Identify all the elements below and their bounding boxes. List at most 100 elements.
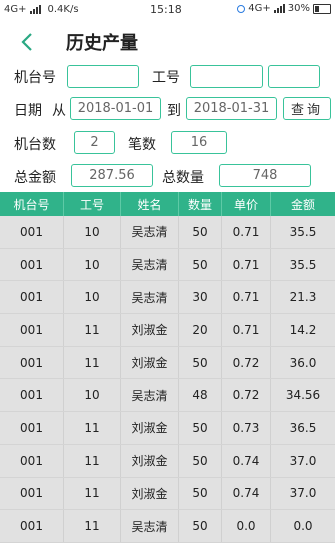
cell-price: 0.71: [222, 314, 271, 346]
cell-price: 0.71: [222, 248, 271, 281]
cell-qty: 50: [179, 248, 222, 281]
cell-worker: 10: [64, 248, 121, 281]
table-body: 001 10 吴志清 50 0.71 35.5 001 10 吴志清 50 0.71 35.5 001 1…: [0, 216, 335, 543]
table-row[interactable]: 001 10 吴志清 30 0.71 21.3: [0, 281, 335, 315]
cell-name: 刘淑金: [121, 444, 179, 477]
cell-qty: 50: [179, 477, 222, 510]
cell-worker: 11: [64, 412, 121, 444]
cell-name: 刘淑金: [121, 346, 179, 379]
status-bar: 4G+ 0.4K/s 15:18 4G+ 30%: [0, 0, 335, 20]
cell-amount: 14.2: [289, 322, 317, 337]
machine-input[interactable]: [67, 65, 139, 88]
total-amount-label: 总金额: [14, 170, 56, 186]
column-header-qty[interactable]: 数量: [179, 192, 222, 216]
production-table: 机台号 工号 姓名 数量 单价 金额 001 10 吴志清 50 0.71 35.5 001…: [0, 192, 335, 543]
cell-price: 0.71: [222, 216, 271, 248]
table-row[interactable]: 001 10 吴志清 50 0.71 35.5: [0, 216, 335, 249]
cell-worker: 11: [64, 444, 121, 477]
cell-machine: 001: [0, 444, 64, 477]
date-from-input[interactable]: 2018-01-01: [70, 97, 161, 120]
cell-amount: 36.0: [289, 355, 317, 370]
cell-worker: 11: [64, 510, 121, 542]
cell-worker: 11: [64, 314, 121, 346]
to-label: 到: [167, 103, 181, 119]
cell-machine: 001: [0, 314, 64, 346]
cell-amount: 21.3: [289, 290, 317, 305]
cell-amount: 36.5: [289, 420, 317, 435]
column-header-price[interactable]: 单价: [222, 192, 271, 216]
alarm-icon: [237, 4, 246, 13]
date-label: 日期: [14, 103, 42, 119]
page-title: 历史产量: [66, 33, 138, 54]
cell-amount: 34.56: [285, 388, 321, 403]
record-count-label: 笔数: [128, 137, 156, 153]
table-row[interactable]: 001 11 刘淑金 50 0.74 37.0: [0, 444, 335, 478]
table-row[interactable]: 001 11 刘淑金 50 0.74 37.0: [0, 477, 335, 511]
table-row[interactable]: 001 11 刘淑金 50 0.73 36.5: [0, 412, 335, 445]
cell-name: 吴志清: [121, 379, 179, 412]
battery-icon: [313, 3, 331, 14]
back-button[interactable]: [16, 30, 40, 54]
query-button[interactable]: 查询: [283, 97, 331, 120]
cell-price: 0.71: [222, 281, 271, 314]
cell-qty: 50: [179, 510, 222, 542]
column-header-name[interactable]: 姓名: [121, 192, 179, 216]
cell-qty: 48: [179, 379, 222, 412]
signal-icon: [29, 5, 41, 14]
cell-machine: 001: [0, 248, 64, 281]
cell-machine: 001: [0, 510, 64, 542]
table-row[interactable]: 001 11 刘淑金 50 0.72 36.0: [0, 346, 335, 380]
network-speed: 0.4K/s: [47, 4, 79, 15]
cell-name: 刘淑金: [121, 314, 179, 346]
machine-count-label: 机台数: [14, 137, 56, 153]
cell-qty: 20: [179, 314, 222, 346]
battery-level: 30%: [287, 3, 310, 14]
column-header-amount[interactable]: 金额: [271, 192, 335, 216]
chevron-left-icon: [21, 33, 32, 51]
total-amount-value: 287.56: [71, 164, 153, 187]
cell-machine: 001: [0, 379, 64, 412]
cell-amount: 37.0: [289, 486, 317, 501]
status-time: 15:18: [150, 3, 182, 16]
cell-price: 0.73: [222, 412, 271, 444]
cell-name: 吴志清: [121, 248, 179, 281]
cell-price: 0.72: [222, 379, 271, 412]
worker-input[interactable]: [190, 65, 263, 88]
cell-name: 刘淑金: [121, 477, 179, 510]
cell-qty: 50: [179, 216, 222, 248]
table-row[interactable]: 001 11 吴志清 50 0.0 0.0: [0, 510, 335, 543]
status-right: 4G+ 30%: [237, 3, 331, 14]
network-type: 4G+: [4, 4, 27, 15]
cell-qty: 30: [179, 281, 222, 314]
cell-worker: 10: [64, 379, 121, 412]
cell-qty: 50: [179, 444, 222, 477]
network-type-right: 4G+: [248, 3, 271, 14]
table-row[interactable]: 001 10 吴志清 50 0.71 35.5: [0, 248, 335, 282]
column-header-machine[interactable]: 机台号: [0, 192, 64, 216]
total-qty-label: 总数量: [162, 170, 204, 186]
cell-price: 0.0: [222, 510, 271, 542]
from-label: 从: [52, 103, 66, 119]
cell-worker: 10: [64, 281, 121, 314]
date-to-input[interactable]: 2018-01-31: [186, 97, 277, 120]
cell-qty: 50: [179, 412, 222, 444]
status-left: 4G+ 0.4K/s: [4, 4, 79, 15]
cell-machine: 001: [0, 281, 64, 314]
table-row[interactable]: 001 10 吴志清 48 0.72 34.56: [0, 379, 335, 413]
cell-amount: 35.5: [289, 257, 317, 272]
cell-price: 0.72: [222, 346, 271, 379]
cell-machine: 001: [0, 346, 64, 379]
worker-name-input[interactable]: [268, 65, 320, 88]
cell-name: 吴志清: [121, 216, 179, 248]
machine-label: 机台号: [14, 70, 56, 86]
cell-worker: 10: [64, 216, 121, 248]
cell-qty: 50: [179, 346, 222, 379]
cell-price: 0.74: [222, 477, 271, 510]
column-header-worker[interactable]: 工号: [64, 192, 121, 216]
cell-amount: 37.0: [289, 453, 317, 468]
table-row[interactable]: 001 11 刘淑金 20 0.71 14.2: [0, 314, 335, 347]
total-qty-value: 748: [219, 164, 311, 187]
cell-machine: 001: [0, 216, 64, 248]
cell-worker: 11: [64, 346, 121, 379]
cell-price: 0.74: [222, 444, 271, 477]
